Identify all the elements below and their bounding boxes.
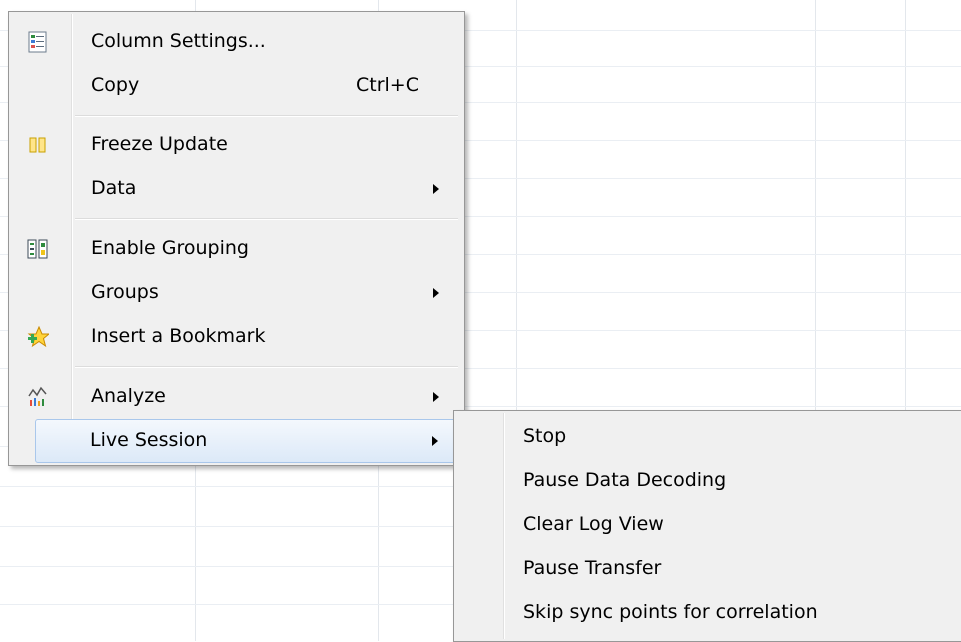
menu-item-label: Pause Transfer [523,557,662,579]
menu-item-label: Skip sync points for correlation [523,601,818,623]
menu-item-label: Analyze [91,385,166,407]
submenu-item-skip-sync-points[interactable]: Skip sync points for correlation [456,591,959,635]
menu-item-label: Live Session [90,429,208,451]
menu-item-label: Groups [91,281,159,303]
menu-item-analyze[interactable]: Analyze [11,375,462,419]
live-session-submenu: Stop Pause Data Decoding Clear Log View … [453,410,961,642]
menu-item-label: Enable Grouping [91,237,249,259]
menu-item-label: Column Settings... [91,30,266,52]
menu-item-label: Pause Data Decoding [523,469,727,491]
submenu-arrow-icon [432,436,438,446]
menu-item-label: Freeze Update [91,133,228,155]
enable-grouping-icon [27,239,48,259]
menu-item-column-settings[interactable]: Column Settings... [11,20,462,64]
menu-item-label: Insert a Bookmark [91,325,266,347]
menu-item-label: Data [91,177,137,199]
menu-item-label: Clear Log View [523,513,664,535]
submenu-item-stop[interactable]: Stop [456,415,959,459]
menu-item-freeze-update[interactable]: Freeze Update [11,123,462,167]
context-menu: Column Settings... Copy Ctrl+C Freeze Up… [8,11,465,466]
menu-item-groups[interactable]: Groups [11,271,462,315]
menu-item-label: Copy [91,74,140,96]
menu-separator [75,218,458,220]
shortcut-copy: Ctrl+C [356,74,419,96]
column-settings-icon [28,31,47,53]
submenu-item-pause-transfer[interactable]: Pause Transfer [456,547,959,591]
menu-item-label: Stop [523,425,567,447]
freeze-update-icon [29,137,46,153]
menu-item-enable-grouping[interactable]: Enable Grouping [11,227,462,271]
menu-separator [75,366,458,368]
analyze-chart-icon [28,386,47,406]
submenu-arrow-icon [433,392,439,402]
menu-item-insert-bookmark[interactable]: Insert a Bookmark [11,315,462,359]
submenu-item-pause-data-decoding[interactable]: Pause Data Decoding [456,459,959,503]
menu-item-live-session[interactable]: Live Session [35,419,460,463]
menu-item-data[interactable]: Data [11,167,462,211]
submenu-item-clear-log-view[interactable]: Clear Log View [456,503,959,547]
submenu-arrow-icon [433,288,439,298]
submenu-arrow-icon [433,184,439,194]
menu-separator [75,115,458,117]
bookmark-star-icon [27,326,49,348]
menu-item-copy[interactable]: Copy Ctrl+C [11,64,462,108]
